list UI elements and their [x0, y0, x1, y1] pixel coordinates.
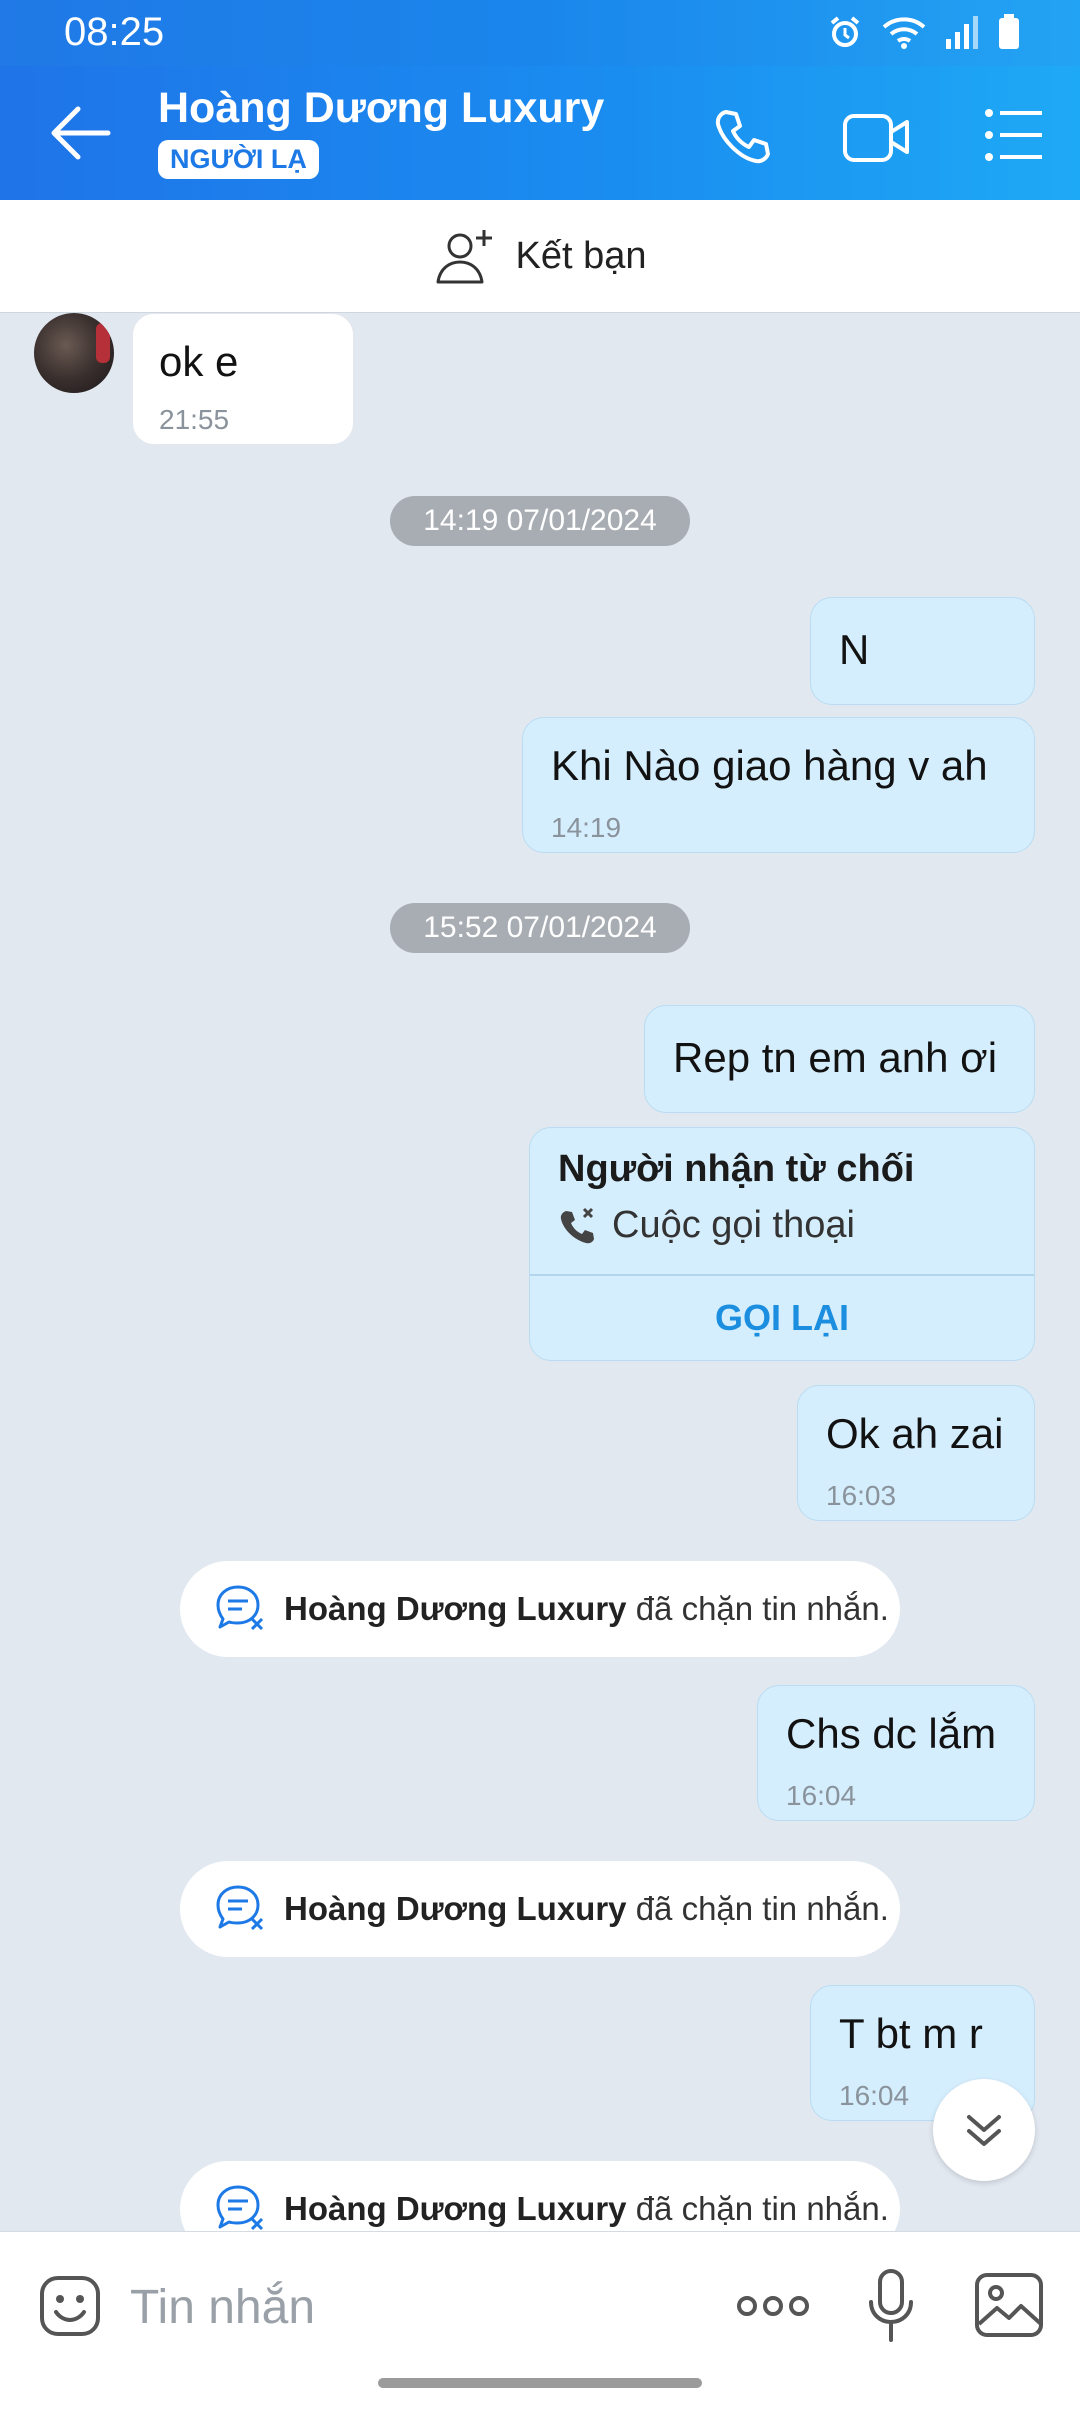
message-outgoing[interactable]: Ok ah zai 16:03 [797, 1385, 1035, 1521]
message-outgoing[interactable]: Chs dc lắm 16:04 [757, 1685, 1035, 1821]
add-user-icon [436, 230, 492, 284]
message-text: Khi Nào giao hàng v ah [551, 742, 988, 789]
stranger-badge: NGƯỜI LẠ [158, 140, 319, 179]
back-arrow-icon[interactable] [44, 102, 114, 164]
home-indicator[interactable] [378, 2378, 702, 2388]
message-time: 14:19 [551, 812, 622, 843]
avatar[interactable] [34, 313, 114, 393]
blocked-chat-icon [216, 1885, 264, 1931]
notice-text: Hoàng Dương Luxury đã chặn tin nhắn. [284, 1890, 889, 1928]
microphone-icon[interactable] [866, 2268, 916, 2344]
message-time: 21:55 [159, 404, 230, 435]
message-text: T bt m r [839, 2010, 983, 2057]
signal-icon [946, 16, 978, 49]
notice-name: Hoàng Dương Luxury [284, 2190, 627, 2227]
missed-call-icon [560, 1207, 594, 1243]
call-type-label: Cuộc gọi thoại [612, 1204, 855, 1246]
date-separator: 15:52 07/01/2024 [390, 903, 690, 953]
add-friend-label: Kết bạn [515, 234, 647, 277]
message-text: N [839, 626, 870, 673]
menu-list-icon[interactable] [984, 106, 1044, 164]
message-text: Ok ah zai [826, 1410, 1004, 1457]
battery-icon [999, 14, 1019, 49]
blocked-notice: Hoàng Dương Luxury đã chặn tin nhắn. [180, 1561, 900, 1657]
message-outgoing[interactable]: Rep tn em anh ơi [644, 1005, 1035, 1113]
scroll-to-bottom-button[interactable] [933, 2079, 1035, 2181]
video-call-icon[interactable] [842, 106, 912, 168]
message-time: 16:04 [839, 2080, 910, 2111]
message-time: 16:04 [786, 1780, 857, 1811]
notice-message: đã chặn tin nhắn. [635, 1890, 889, 1927]
call-back-button[interactable]: GỌI LẠI [530, 1274, 1034, 1362]
add-friend-button[interactable]: Kết bạn [0, 200, 1080, 313]
notice-message: đã chặn tin nhắn. [635, 2190, 889, 2227]
image-gallery-icon[interactable] [974, 2272, 1044, 2338]
chat-header: Hoàng Dương Luxury NGƯỜI LẠ [0, 66, 1080, 200]
notice-text: Hoàng Dương Luxury đã chặn tin nhắn. [284, 2190, 889, 2228]
message-input[interactable]: Tin nhắn [130, 2280, 315, 2335]
status-bar: 08:25 [0, 0, 1080, 66]
blocked-chat-icon [216, 2185, 264, 2231]
message-text: Rep tn em anh ơi [673, 1034, 998, 1081]
notice-message: đã chặn tin nhắn. [635, 1590, 889, 1627]
contact-name[interactable]: Hoàng Dương Luxury [158, 84, 604, 133]
call-card: Người nhận từ chối Cuộc gọi thoại GỌI LẠ… [529, 1127, 1035, 1361]
status-icons [828, 14, 1020, 50]
status-time: 08:25 [64, 10, 165, 54]
date-separator: 14:19 07/01/2024 [390, 496, 690, 546]
notice-text: Hoàng Dương Luxury đã chặn tin nhắn. [284, 1590, 889, 1628]
blocked-notice: Hoàng Dương Luxury đã chặn tin nhắn. [180, 2161, 900, 2231]
message-outgoing[interactable]: N [810, 597, 1035, 705]
notice-name: Hoàng Dương Luxury [284, 1590, 627, 1627]
notice-name: Hoàng Dương Luxury [284, 1890, 627, 1927]
message-time: 16:03 [826, 1480, 897, 1511]
call-type: Cuộc gọi thoại [558, 1204, 855, 1247]
blocked-notice: Hoàng Dương Luxury đã chặn tin nhắn. [180, 1861, 900, 1957]
message-text: ok e [159, 338, 239, 385]
blocked-chat-icon [216, 1585, 264, 1631]
call-status-title: Người nhận từ chối [558, 1148, 915, 1190]
message-incoming[interactable]: ok e 21:55 [132, 313, 354, 445]
message-text: Chs dc lắm [786, 1710, 997, 1757]
wifi-icon [882, 17, 926, 49]
double-chevron-down-icon [967, 2115, 1001, 2146]
alarm-icon [830, 16, 860, 47]
more-options-icon[interactable] [736, 2292, 810, 2320]
sticker-icon[interactable] [36, 2272, 104, 2340]
message-outgoing[interactable]: Khi Nào giao hàng v ah 14:19 [522, 717, 1035, 853]
phone-call-icon[interactable] [712, 106, 774, 168]
chat-messages[interactable]: ok e 21:55 14:19 07/01/2024 N Khi Nào gi… [0, 313, 1080, 2231]
